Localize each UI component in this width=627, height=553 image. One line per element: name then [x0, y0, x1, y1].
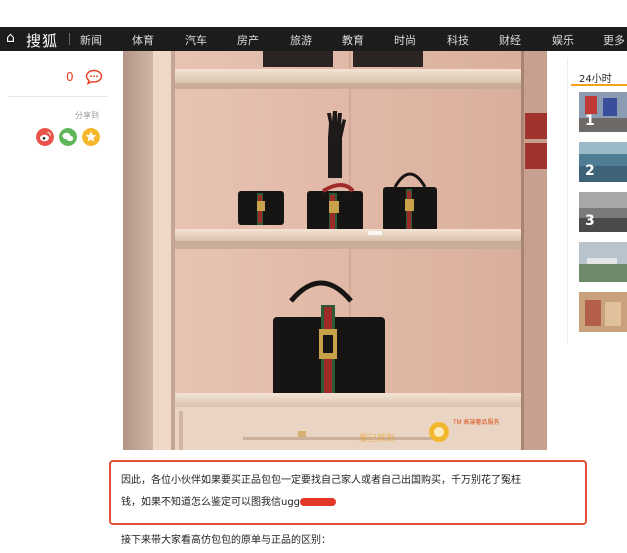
top-nav-bar: ⌂ 搜狐 新闻 体育 汽车 房产 旅游 教育 时尚 科技 财经 娱乐 更多 [0, 27, 627, 51]
redaction-mark [300, 498, 337, 506]
paragraph-line-1: 因此，各位小伙伴如果要买正品包包一定要找自己家人或者自己出国购买，千万别花了冤枉 [121, 475, 521, 486]
paragraph-line-2: 钱，如果不知道怎么鉴定可以图我信ugg [121, 492, 571, 514]
right-sidebar-rule [571, 84, 627, 86]
nav-item-fashion[interactable]: 时尚 [394, 32, 416, 48]
hot-news-thumb-4[interactable] [579, 242, 627, 282]
nav-item-house[interactable]: 房产 [237, 32, 259, 48]
hot-news-thumb-5[interactable] [579, 292, 627, 332]
sohu-logo[interactable]: 搜狐 [26, 30, 58, 51]
hot-news-thumb-1[interactable]: 1 [579, 92, 627, 132]
nav-item-finance[interactable]: 财经 [499, 32, 521, 48]
share-label: 分享到 [75, 111, 99, 120]
hot-news-thumb-3[interactable]: 3 [579, 192, 627, 232]
handbag-shelf-illustration: TM 高端奢品服务 爱已就到 [123, 51, 547, 450]
thumb-rank-1: 1 [585, 113, 595, 129]
wechat-icon[interactable] [59, 128, 77, 146]
watermark-text: TM 高端奢品服务 [453, 418, 499, 426]
thumb-rank-3: 3 [585, 213, 595, 229]
right-sidebar-title: 24小时 [579, 74, 612, 85]
nav-divider [69, 33, 70, 45]
nav-item-more[interactable]: 更多 [603, 32, 625, 48]
nav-item-tech[interactable]: 科技 [447, 32, 469, 48]
nav-item-news[interactable]: 新闻 [80, 32, 102, 48]
home-icon[interactable]: ⌂ [6, 30, 15, 46]
top-strip [0, 0, 627, 27]
watermark-text-2: 爱已就到 [359, 432, 395, 443]
hot-news-thumb-2[interactable]: 2 [579, 142, 627, 182]
weibo-icon[interactable] [36, 128, 54, 146]
qzone-icon[interactable] [82, 128, 100, 146]
nav-item-auto[interactable]: 汽车 [185, 32, 207, 48]
paragraph-line-2-text: 钱，如果不知道怎么鉴定可以图我信ugg [121, 497, 301, 508]
comment-count[interactable]: 0 [66, 70, 74, 84]
comment-bubble-icon[interactable] [85, 69, 103, 85]
article-paragraph-highlighted: 因此，各位小伙伴如果要买正品包包一定要找自己家人或者自己出国购买，千万别花了冤枉… [121, 470, 571, 514]
nav-item-sports[interactable]: 体育 [132, 32, 154, 48]
left-divider [8, 96, 108, 97]
nav-item-education[interactable]: 教育 [342, 32, 364, 48]
nav-item-entertainment[interactable]: 娱乐 [552, 32, 574, 48]
article-photo: TM 高端奢品服务 爱已就到 [123, 51, 547, 450]
nav-item-travel[interactable]: 旅游 [290, 32, 312, 48]
article-paragraph: 接下来带大家看高仿包包的原单与正品的区别： [121, 535, 331, 546]
thumb-rank-2: 2 [585, 163, 595, 179]
